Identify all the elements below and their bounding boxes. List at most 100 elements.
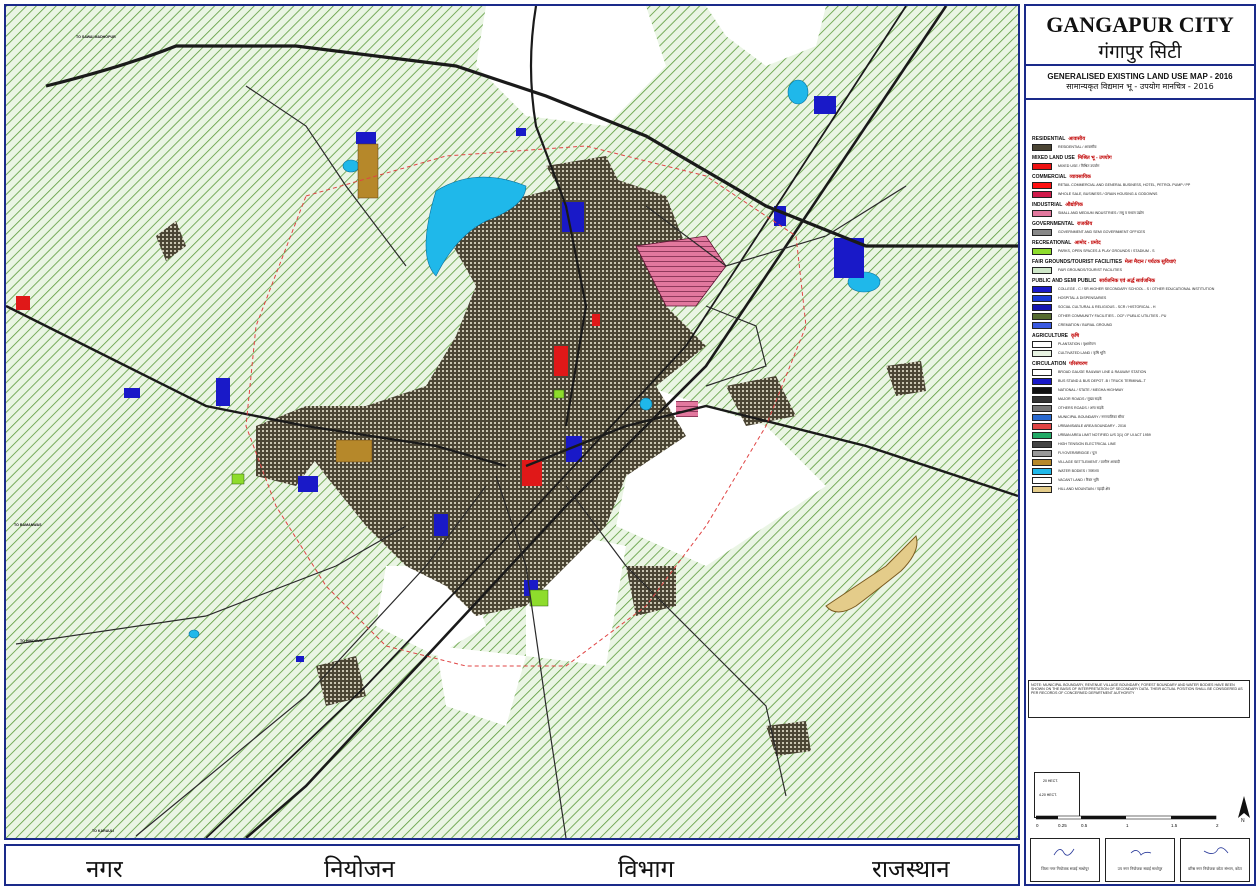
legend-item: BUS STAND & BUS DEPOT -B / TRUCK TERMINA… (1032, 378, 1252, 385)
legend-category: CIRCULATION परिसंचरण (1032, 361, 1252, 367)
footer-word-vibhag: विभाग (618, 855, 675, 883)
legend-item: WATER BODIES / जलाशय (1032, 468, 1252, 475)
scale-tick-label: 0 (1036, 823, 1039, 828)
legend-item: RETAIL COMMERCIAL AND GENERAL BUSINESS, … (1032, 182, 1252, 189)
legend-swatch (1032, 369, 1052, 376)
legend-item: HIGH TENSION ELECTRICAL LINE (1032, 441, 1252, 448)
land-use-map[interactable]: TO SAWAI MADHOPUR TO HINDAUN TO BAMANWAS… (6, 6, 1018, 838)
legend-category-label: GOVERNMENTAL (1032, 221, 1075, 227)
legend-category-label-hindi: आमोद - प्रमोद (1074, 240, 1101, 246)
legend-item-label: OTHER COMMUNITY FACILITIES - OCF / PUBLI… (1058, 314, 1167, 319)
legend-item: VILLAGE SETTLEMENT / ग्रामीण आबादी (1032, 459, 1252, 466)
legend-swatch (1032, 341, 1052, 348)
legend-category: INDUSTRIAL औद्योगिक (1032, 202, 1252, 208)
legend-swatch (1032, 304, 1052, 311)
signature-3-label: वरिष्ठ नगर नियोजक कोटा संभाग, कोटा (1188, 866, 1242, 871)
legend-swatch (1032, 229, 1052, 236)
legend-swatch (1032, 441, 1052, 448)
legend-category-label: INDUSTRIAL (1032, 202, 1063, 208)
legend-item: HILL AND MOUNTAIN / पहाड़ी क्षेत्र (1032, 486, 1252, 493)
legend-category-label: PUBLIC AND SEMI PUBLIC (1032, 278, 1097, 284)
legend-item-label: RESIDENTIAL / आवासीय (1058, 145, 1097, 150)
legend-swatch (1032, 182, 1052, 189)
legend-swatch (1032, 477, 1052, 484)
legend-item: URBANISABLE AREA BOUNDARY - 2016 (1032, 423, 1252, 430)
legend-swatch (1032, 387, 1052, 394)
legend: RESIDENTIAL आवासीय RESIDENTIAL / आवासीय MIX… (1032, 132, 1252, 495)
legend-swatch (1032, 210, 1052, 217)
legend-swatch (1032, 144, 1052, 151)
legend-category: RESIDENTIAL आवासीय (1032, 136, 1252, 142)
legend-item-label: WHOLE SALE, BUSINESS / GRAIN HOUSING & G… (1058, 192, 1158, 197)
legend-swatch (1032, 450, 1052, 457)
legend-category-label: AGRICULTURE (1032, 333, 1069, 339)
legend-item: RESIDENTIAL / आवासीय (1032, 144, 1252, 151)
signature-1-icon (1053, 848, 1075, 856)
scale-bar: 0 0.25 0.5 1 1.5 2 (1036, 815, 1219, 828)
legend-item: MAJOR ROADS / मुख्य सड़कें (1032, 396, 1252, 403)
legend-swatch (1032, 432, 1052, 439)
legend-category: COMMERCIAL व्यावसायिक (1032, 174, 1252, 180)
legend-item: GOVERNMENT AND SEMI GOVERNMENT OFFICES (1032, 229, 1252, 236)
footer-word-rajasthan: राजस्थान (872, 855, 950, 883)
map-note: NOTE: MUNICIPAL BOUNDARY, REVENUE VILLAG… (1028, 680, 1250, 718)
legend-item: HOSPITAL & DISPENSARIES (1032, 295, 1252, 302)
signature-2-icon (1130, 850, 1152, 856)
legend-item-label: PLANTATION / वृक्षारोपण (1058, 342, 1096, 347)
legend-item: BROAD GAUGE RAILWAY LINE & RAILWAY STATI… (1032, 369, 1252, 376)
legend-item: MUNICIPAL BOUNDARY / नगरपालिका सीमा (1032, 414, 1252, 421)
footer-word-nagar: नगर (86, 855, 123, 883)
legend-panel: GANGAPUR CITY गंगापुर सिटी GENERALISED E… (1024, 4, 1256, 886)
legend-item-label: MUNICIPAL BOUNDARY / नगरपालिका सीमा (1058, 415, 1125, 420)
scale-tick-label: 0.25 (1058, 823, 1067, 828)
legend-item: OTHER COMMUNITY FACILITIES - OCF / PUBLI… (1032, 313, 1252, 320)
legend-item-label: HILL AND MOUNTAIN / पहाड़ी क्षेत्र (1058, 487, 1111, 492)
legend-swatch (1032, 163, 1052, 170)
legend-item: SMALL AND MEDIUM INDUSTRIES / लघु व मध्य… (1032, 210, 1252, 217)
map-title-hindi: गंगापुर सिटी (1098, 41, 1182, 63)
legend-item: WHOLE SALE, BUSINESS / GRAIN HOUSING & G… (1032, 191, 1252, 198)
legend-item-label: NATIONAL / STATE / MEGHA HIGHWAY (1058, 388, 1124, 393)
legend-item-label: PARKS, OPEN SPACES & PLAY GROUNDS / STAD… (1058, 249, 1155, 254)
road-label-1: TO SAWAI MADHOPUR (76, 35, 116, 39)
legend-item-label: BROAD GAUGE RAILWAY LINE & RAILWAY STATI… (1058, 370, 1147, 375)
legend-category-label-hindi: औद्योगिक (1065, 202, 1083, 208)
legend-swatch (1032, 396, 1052, 403)
legend-swatch (1032, 486, 1052, 493)
legend-item-label: CREMATION / BURIAL GROUND (1058, 323, 1113, 328)
legend-category-label-hindi: सार्वजनिक एवं अर्द्ध सार्वजनिक (1099, 278, 1155, 284)
legend-category: MIXED LAND USE मिश्रित भू - उपयोग (1032, 155, 1252, 161)
legend-item-label: FLYOVER/BRIDGE / पुल (1058, 451, 1097, 456)
legend-item-label: VILLAGE SETTLEMENT / ग्रामीण आबादी (1058, 460, 1120, 465)
legend-item: PARKS, OPEN SPACES & PLAY GROUNDS / STAD… (1032, 248, 1252, 255)
legend-item-label: OTHERS ROADS / अन्य सड़कें (1058, 406, 1104, 411)
scale-box-label: 20 HECT. (1043, 779, 1058, 783)
footer-band: नगर नियोजन विभाग राजस्थान (4, 844, 1020, 886)
legend-item-label: URBANISABLE AREA BOUNDARY - 2016 (1058, 424, 1126, 429)
legend-category-label: RESIDENTIAL (1032, 136, 1066, 142)
legend-item: PLANTATION / वृक्षारोपण (1032, 341, 1252, 348)
legend-swatch (1032, 286, 1052, 293)
legend-category: RECREATIONAL आमोद - प्रमोद (1032, 240, 1252, 246)
legend-swatch (1032, 459, 1052, 466)
title-box: GANGAPUR CITY गंगापुर सिटी (1026, 6, 1254, 66)
legend-category-label-hindi: आवासीय (1068, 136, 1086, 142)
signature-box-3: वरिष्ठ नगर नियोजक कोटा संभाग, कोटा (1180, 838, 1250, 882)
legend-category-label: RECREATIONAL (1032, 240, 1072, 246)
legend-item: NATIONAL / STATE / MEGHA HIGHWAY (1032, 387, 1252, 394)
footer-word-niyojan: नियोजन (324, 855, 395, 883)
scale-tick-label: 2 (1216, 823, 1219, 828)
legend-item: MIXED USE / मिश्रित उपयोग (1032, 163, 1252, 170)
legend-category-label-hindi: कृषि (1071, 333, 1080, 339)
legend-item-label: URBAN AREA LIMIT NOTIFIED U/S 3(1) OF UI… (1058, 433, 1151, 438)
signature-3-icon (1203, 847, 1229, 854)
legend-item: URBAN AREA LIMIT NOTIFIED U/S 3(1) OF UI… (1032, 432, 1252, 439)
svg-text:N: N (1241, 818, 1245, 822)
legend-item-label: GOVERNMENT AND SEMI GOVERNMENT OFFICES (1058, 230, 1146, 235)
subtitle-box: GENERALISED EXISTING LAND USE MAP - 2016… (1026, 66, 1254, 100)
legend-item-label: SOCIAL CULTURAL & RELIGIOUS - SCR / HIST… (1058, 305, 1156, 310)
legend-swatch (1032, 414, 1052, 421)
legend-item-label: HIGH TENSION ELECTRICAL LINE (1058, 442, 1116, 447)
scale-box-sublabel: 4.20 HECT. (1039, 793, 1057, 797)
legend-swatch (1032, 468, 1052, 475)
